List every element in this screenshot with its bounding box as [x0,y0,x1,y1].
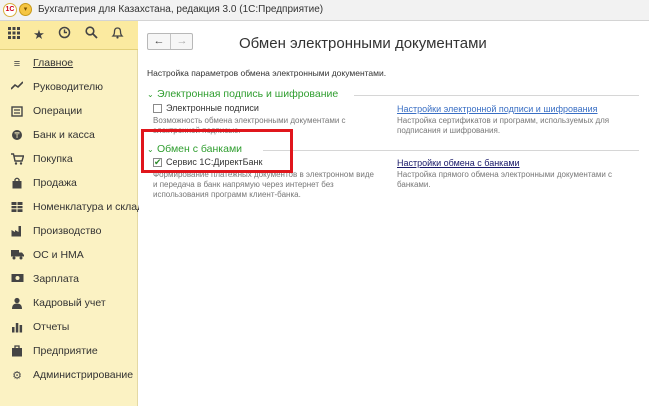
history-icon[interactable] [55,26,73,44]
sidebar-item-label: Отчеты [33,321,70,333]
sidebar-item-label: Номенклатура и склад [33,201,144,213]
bank-exchange-settings-description: Настройка прямого обмена электронными до… [397,170,613,189]
reports-chart-icon [10,321,24,335]
search-icon[interactable] [82,26,100,44]
sidebar-item-label: Производство [33,225,102,237]
section-toolbar: ★ [0,21,138,50]
truck-icon [10,249,24,263]
enterprise-icon [10,345,24,359]
sidebar-item-sales[interactable]: Продажа [0,172,138,196]
notifications-bell-icon[interactable] [108,26,126,44]
title-bar: 1С ▾ Бухгалтерия для Казахстана, редакци… [0,0,649,21]
section-divider [263,150,639,151]
sidebar-item-label: Операции [33,105,83,117]
menu-lines-icon: ≡ [13,58,21,70]
electronic-signatures-checkbox[interactable] [153,104,162,113]
sidebar-item-enterprise[interactable]: Предприятие [0,340,138,364]
favorites-star-icon[interactable]: ★ [30,26,48,44]
highlight-frame [141,129,293,173]
sidebar-item-nomenclature[interactable]: Номенклатура и склад [0,196,143,220]
person-icon [10,297,24,311]
signature-settings-link[interactable]: Настройки электронной подписи и шифрован… [397,104,598,114]
electronic-signatures-label: Электронные подписи [166,103,259,113]
sidebar-item-operations[interactable]: Операции [0,100,138,124]
sidebar-item-hr[interactable]: Кадровый учет [0,292,138,316]
warehouse-icon [10,201,24,215]
cart-icon [10,153,24,167]
sidebar-item-label: ОС и НМА [33,249,84,261]
trend-icon [10,81,24,95]
section-divider [354,95,639,96]
apps-grid-icon[interactable] [5,26,23,44]
app-logo-icon: 1С [3,3,17,17]
page-title: Обмен электронными документами [239,35,487,52]
sidebar-item-label: Продажа [33,177,77,189]
gear-icon: ⚙ [12,370,22,382]
main-menu-button[interactable]: ▾ [19,3,32,16]
back-button[interactable]: ← [148,34,171,49]
collapse-arrow-icon: ⌄ [147,90,154,99]
sidebar-item-label: Кадровый учет [33,297,106,309]
operations-icon [10,105,24,119]
sidebar-item-label: Банк и касса [33,129,95,141]
section-title: Электронная подпись и шифрование [157,88,339,100]
page-description: Настройка параметров обмена электронными… [147,68,387,78]
sidebar-item-label: Предприятие [33,345,98,357]
factory-icon [10,225,24,239]
sidebar-item-label: Администрирование [33,369,134,381]
navigation-buttons: ← → [147,33,193,50]
sections-sidebar: ≡ Главное Руководителю Операции ₸ Банк и… [0,50,143,406]
sidebar-item-production[interactable]: Производство [0,220,138,244]
sidebar-item-salary[interactable]: Зарплата [0,268,138,292]
sidebar-item-fixed-assets[interactable]: ОС и НМА [0,244,138,268]
bank-icon: ₸ [10,129,24,143]
sidebar-item-administration[interactable]: ⚙ Администрирование [0,364,138,388]
directbank-description: Формирование платежных документов в элек… [153,170,374,199]
sidebar-item-label: Покупка [33,153,73,165]
sidebar-item-reports[interactable]: Отчеты [0,316,138,340]
section-header-signature[interactable]: ⌄ Электронная подпись и шифрование [147,88,338,100]
main-content: ← → Обмен электронными документами Настр… [139,21,649,406]
sidebar-item-label: Руководителю [33,81,104,93]
sidebar-item-bank[interactable]: ₸ Банк и касса [0,124,138,148]
sidebar-item-main[interactable]: ≡ Главное [0,52,138,76]
sidebar-item-purchase[interactable]: Покупка [0,148,138,172]
bag-icon [10,177,24,191]
sidebar-item-label: Зарплата [33,273,79,285]
app-title: Бухгалтерия для Казахстана, редакция 3.0… [38,4,324,15]
forward-button[interactable]: → [171,34,193,49]
sidebar-item-label: Главное [33,57,74,69]
salary-icon [10,273,24,287]
sidebar-item-manager[interactable]: Руководителю [0,76,138,100]
signature-settings-description: Настройка сертификатов и программ, испол… [397,116,610,135]
bank-exchange-settings-link[interactable]: Настройки обмена с банками [397,158,520,168]
